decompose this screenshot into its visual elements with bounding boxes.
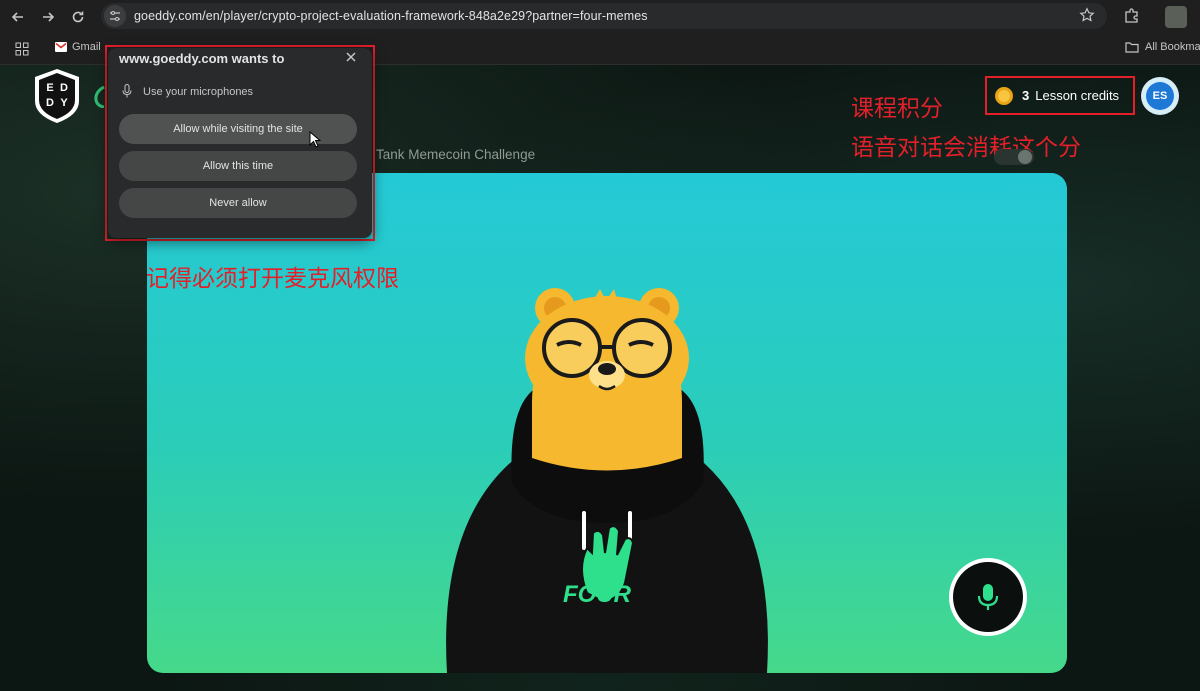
- puzzle-icon[interactable]: [1123, 7, 1141, 25]
- annotation-credits-title: 课程积分: [851, 96, 943, 122]
- microphone-button[interactable]: [949, 558, 1027, 636]
- logo-letter-e: E: [46, 82, 53, 94]
- allow-this-time-button[interactable]: Allow this time: [119, 151, 357, 181]
- forward-arrow-icon[interactable]: [33, 2, 63, 32]
- all-bookmarks[interactable]: All Bookmar: [1125, 41, 1200, 53]
- close-icon[interactable]: [345, 51, 357, 63]
- bookmark-gmail[interactable]: Gmail: [55, 41, 101, 53]
- annotation-credits-note: 语音对话会消耗这个分: [851, 135, 1081, 161]
- lesson-title: Tank Memecoin Challenge: [376, 147, 536, 162]
- microphone-icon: [122, 84, 132, 98]
- permission-prompt-title: www.goeddy.com wants to: [119, 51, 285, 66]
- allow-while-visiting-button[interactable]: Allow while visiting the site: [119, 114, 357, 144]
- bookmark-label: Gmail: [72, 41, 101, 53]
- microphone-button-inner[interactable]: [953, 562, 1023, 632]
- all-bookmarks-label: All Bookmar: [1145, 41, 1200, 53]
- browser-profile-avatar[interactable]: [1165, 6, 1187, 28]
- star-icon[interactable]: [1079, 7, 1095, 23]
- apps-grid-icon[interactable]: [14, 41, 30, 57]
- mouse-cursor-icon: [309, 131, 321, 148]
- coin-icon: [995, 86, 1013, 105]
- settings-toggle[interactable]: [994, 148, 1034, 166]
- video-stage: FOUR: [147, 173, 1067, 673]
- credits-count: 3: [1022, 88, 1030, 103]
- microphone-icon: [977, 584, 999, 610]
- credits-label: Lesson credits: [1035, 88, 1120, 103]
- gmail-icon: [55, 42, 67, 52]
- annotation-mic-note: 记得必须打开麦克风权限: [146, 266, 399, 292]
- permission-request-text: Use your microphones: [143, 86, 254, 98]
- logo-letter-y: Y: [60, 97, 68, 109]
- permission-prompt: www.goeddy.com wants to Use your microph…: [108, 48, 372, 238]
- never-allow-button[interactable]: Never allow: [119, 188, 357, 218]
- logo-letter-d1: D: [60, 82, 68, 94]
- lesson-credits[interactable]: 3 Lesson credits: [985, 76, 1135, 115]
- address-bar[interactable]: goeddy.com/en/player/crypto-project-eval…: [101, 3, 1107, 29]
- bear-mascot: [446, 288, 768, 673]
- folder-icon: [1125, 42, 1139, 53]
- reload-icon[interactable]: [63, 2, 93, 32]
- user-avatar[interactable]: ES: [1141, 77, 1179, 115]
- hoodie-text-graphic: FOUR: [563, 581, 632, 608]
- back-arrow-icon[interactable]: [3, 2, 33, 32]
- tune-icon[interactable]: [104, 5, 126, 27]
- url-text[interactable]: goeddy.com/en/player/crypto-project-eval…: [134, 9, 648, 23]
- logo-letter-d2: D: [46, 97, 54, 109]
- eddy-logo[interactable]: E D D Y: [32, 67, 82, 125]
- avatar-initials: ES: [1146, 82, 1174, 110]
- hoodie-text: FOUR: [563, 581, 632, 608]
